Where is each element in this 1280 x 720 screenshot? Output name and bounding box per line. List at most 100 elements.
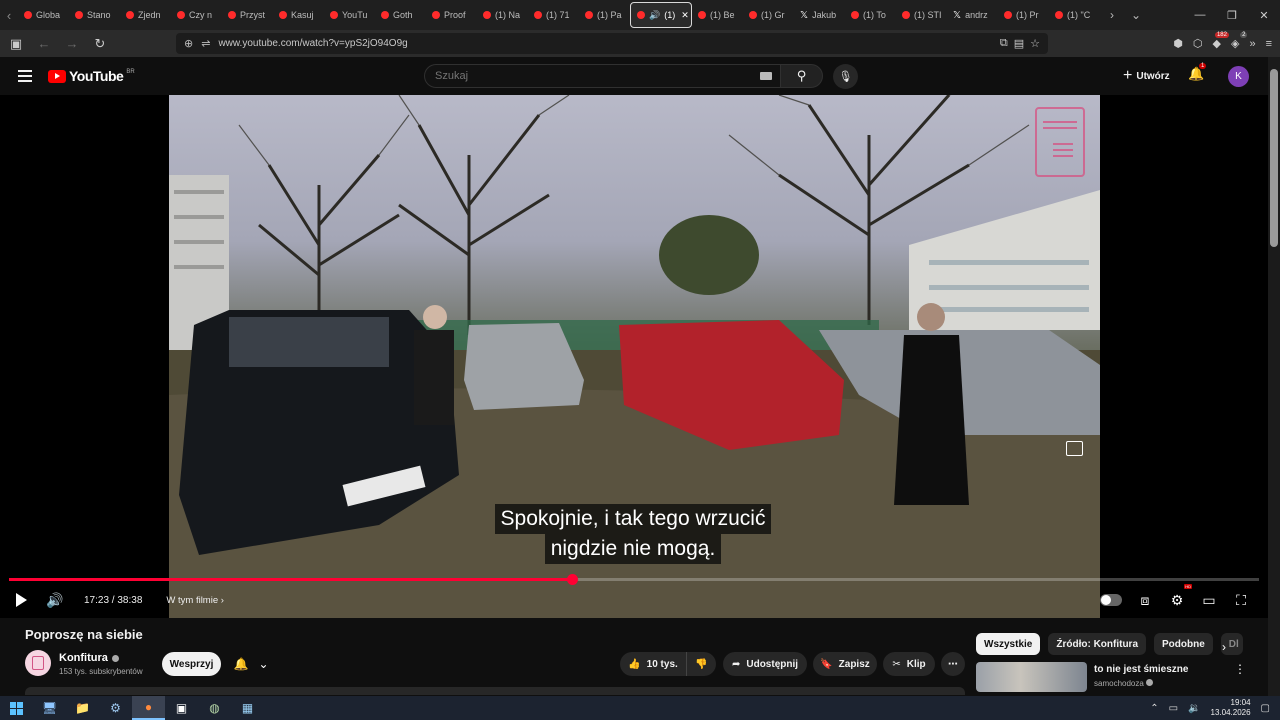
browser-tab[interactable]: (1) Na: [477, 2, 528, 28]
browser-tab[interactable]: 🔊 (1) ✕: [630, 2, 692, 28]
url-text[interactable]: www.youtube.com/watch?v=ypS2jO94O9g: [218, 38, 407, 49]
tab-close-icon[interactable]: ✕: [681, 10, 689, 21]
browser-tab[interactable]: (1) STI: [896, 2, 947, 28]
clip-button[interactable]: ✂ Klip: [883, 652, 935, 676]
site-info-icon[interactable]: ⊕: [184, 37, 193, 50]
notifications-center-icon[interactable]: ▢: [1261, 703, 1270, 714]
account-avatar[interactable]: K: [1228, 66, 1249, 87]
network-icon[interactable]: ▭: [1169, 703, 1178, 714]
miniplayer-overlay-icon[interactable]: [1066, 441, 1083, 456]
keyboard-icon[interactable]: [760, 72, 772, 80]
video-player[interactable]: Spokojnie, i tak tego wrzucić nigdzie ni…: [0, 95, 1268, 618]
window-close-icon[interactable]: ✕: [1248, 9, 1280, 22]
taskbar-app-notion[interactable]: ▣: [165, 696, 198, 720]
minimize-icon[interactable]: —: [1184, 9, 1216, 22]
notifications-button[interactable]: 🔔 1: [1188, 63, 1207, 82]
tab-scroll-right-icon[interactable]: ›: [1100, 8, 1124, 22]
channel-avatar[interactable]: [25, 650, 51, 676]
taskbar-app-firefox[interactable]: ●: [132, 696, 165, 720]
chip-source[interactable]: Źródło: Konfitura: [1048, 633, 1147, 655]
fullscreen-button[interactable]: ⛶: [1232, 586, 1250, 614]
chips-next-icon[interactable]: ›: [1222, 640, 1226, 654]
menu-icon[interactable]: ≡: [1266, 38, 1272, 50]
play-button[interactable]: [4, 586, 38, 614]
subscription-bell-button[interactable]: 🔔 ⌄: [227, 652, 275, 676]
speaker-icon[interactable]: 🔉: [1188, 703, 1200, 714]
subtitles-button[interactable]: ⧈: [1136, 586, 1154, 614]
taskbar-app-explorer[interactable]: 📁: [66, 696, 99, 720]
address-bar[interactable]: ⊕ ⇌ www.youtube.com/watch?v=ypS2jO94O9g …: [176, 33, 1048, 54]
youtube-logo[interactable]: YouTube BR: [48, 68, 135, 84]
sidebar-toggle-icon[interactable]: ▣: [4, 32, 28, 56]
video-frame[interactable]: Spokojnie, i tak tego wrzucić nigdzie ni…: [169, 95, 1100, 618]
browser-tab[interactable]: (1) 71: [528, 2, 579, 28]
search-input[interactable]: [435, 70, 755, 82]
browser-tab[interactable]: Goth: [375, 2, 426, 28]
browser-tab[interactable]: Stano: [69, 2, 120, 28]
extensions-puzzle-icon[interactable]: ⬡: [1193, 37, 1203, 50]
browser-tab[interactable]: Globa: [18, 2, 69, 28]
browser-tab[interactable]: Proof: [426, 2, 477, 28]
start-button[interactable]: [0, 696, 33, 720]
share-button[interactable]: ➦ Udostępnij: [723, 652, 807, 676]
scrubber-handle[interactable]: [566, 574, 578, 585]
tray-chevron-up-icon[interactable]: ⌃: [1150, 703, 1158, 714]
recommendation-title[interactable]: to nie jest śmieszne: [1094, 664, 1188, 675]
browser-tab[interactable]: 𝕏 Jakub: [794, 2, 845, 28]
browser-tab[interactable]: (1) Be: [692, 2, 743, 28]
create-button[interactable]: + Utwórz: [1115, 65, 1178, 87]
tab-audio-icon[interactable]: 🔊: [649, 10, 660, 21]
theater-mode-button[interactable]: ▭: [1200, 586, 1218, 614]
forward-icon[interactable]: →: [60, 32, 84, 56]
scrollbar-thumb[interactable]: [1270, 69, 1278, 247]
taskbar-app-steam[interactable]: ⚙: [99, 696, 132, 720]
browser-tab[interactable]: 𝕏andrz: [947, 2, 998, 28]
recommendation-channel[interactable]: samochodoza: [1094, 679, 1154, 688]
recommendation-thumbnail[interactable]: [976, 662, 1087, 692]
taskbar-app-monitor[interactable]: 🖥: [33, 696, 66, 720]
reader-view-icon[interactable]: ▤: [1014, 37, 1024, 50]
recommendation-menu-icon[interactable]: ⋮: [1234, 662, 1246, 676]
autoplay-toggle[interactable]: [1100, 594, 1122, 606]
browser-tab[interactable]: YouTu: [324, 2, 375, 28]
support-button[interactable]: Wesprzyj: [162, 652, 221, 676]
browser-tab[interactable]: Kasuj: [273, 2, 324, 28]
browser-tab[interactable]: (1) "C: [1049, 2, 1100, 28]
browser-tab[interactable]: Przyst: [222, 2, 273, 28]
browser-tab[interactable]: (1) Gr: [743, 2, 794, 28]
permissions-icon[interactable]: ⇌: [201, 37, 210, 50]
voice-search-button[interactable]: 🎙: [833, 64, 858, 89]
bookmark-star-icon[interactable]: ☆: [1030, 37, 1040, 50]
taskbar-app-calculator[interactable]: ▦: [231, 696, 264, 720]
progress-bar[interactable]: [9, 574, 1259, 585]
ublock-extension-icon[interactable]: ◆ 182: [1213, 32, 1229, 50]
extension2-icon[interactable]: ◈ 2: [1231, 32, 1248, 50]
dislike-button[interactable]: 👎: [686, 652, 716, 676]
tab-scroll-left-icon[interactable]: ‹: [0, 0, 18, 30]
restore-icon[interactable]: ❐: [1216, 9, 1248, 22]
search-button[interactable]: ⚲: [780, 64, 823, 88]
like-button[interactable]: 👍 10 tys.: [620, 652, 686, 676]
taskbar-app-globe[interactable]: ◍: [198, 696, 231, 720]
settings-button[interactable]: ⚙ HD: [1168, 584, 1192, 614]
browser-tab[interactable]: Zjedn: [120, 2, 171, 28]
clock[interactable]: 19:04 13.04.2026: [1211, 698, 1251, 718]
browser-tab[interactable]: (1) Pa: [579, 2, 630, 28]
browser-tab[interactable]: (1) To: [845, 2, 896, 28]
more-actions-button[interactable]: ⋯: [941, 652, 965, 676]
chip-all[interactable]: Wszystkie: [976, 633, 1041, 655]
channel-name-link[interactable]: Konfitura: [59, 652, 119, 664]
description-box[interactable]: [25, 687, 965, 695]
browser-tab[interactable]: Czy n: [171, 2, 222, 28]
search-field[interactable]: [424, 64, 780, 88]
shield-extension-icon[interactable]: ⬢: [1173, 37, 1183, 50]
screenshot-icon[interactable]: ⧉: [1000, 37, 1008, 50]
reload-icon[interactable]: ↻: [88, 32, 112, 56]
channel-watermark-icon[interactable]: [1035, 107, 1085, 177]
back-icon[interactable]: ←: [32, 32, 56, 56]
browser-tab[interactable]: (1) Pr: [998, 2, 1049, 28]
chapter-button[interactable]: W tym filmie ›: [166, 595, 224, 606]
page-scrollbar[interactable]: [1268, 57, 1280, 696]
overflow-chevron-icon[interactable]: »: [1249, 38, 1255, 50]
mute-button[interactable]: 🔊: [38, 586, 72, 614]
